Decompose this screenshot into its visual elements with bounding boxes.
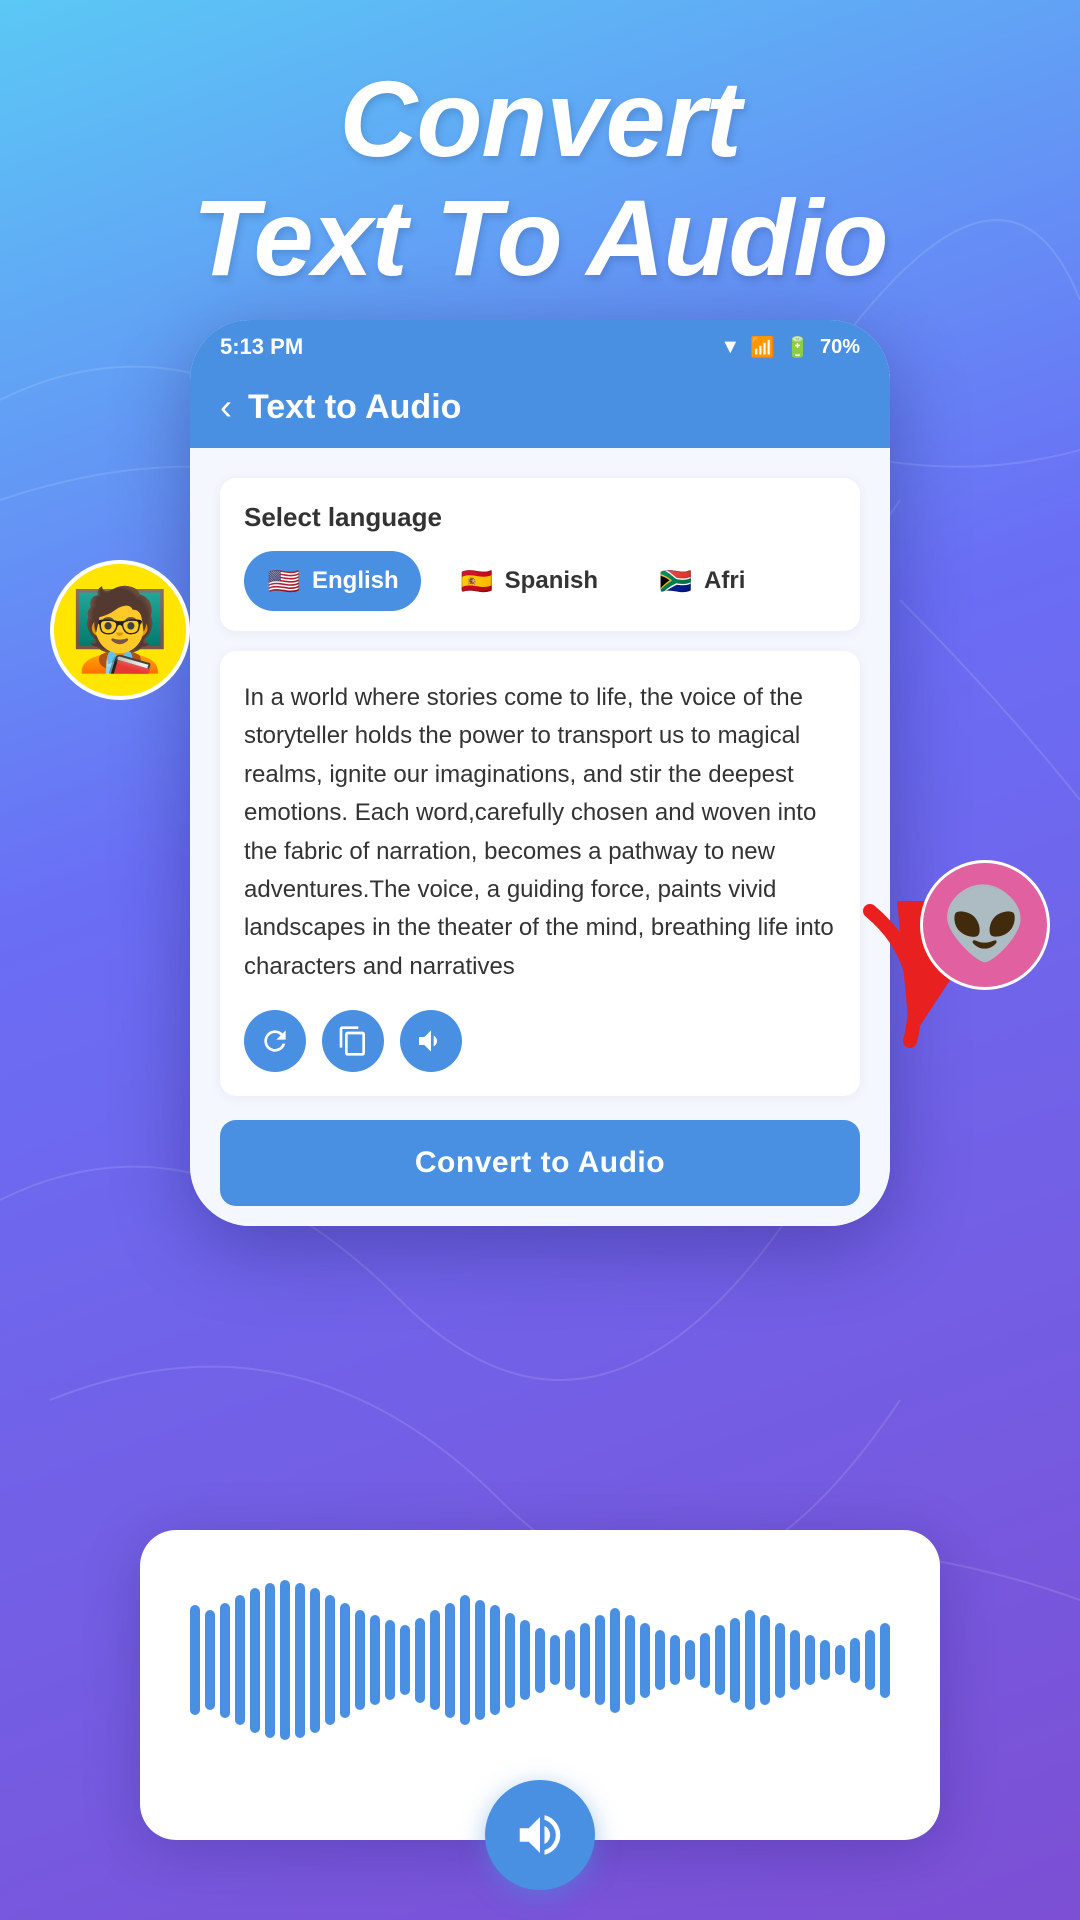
wave-bar — [235, 1595, 245, 1725]
avatar-teacher: 🧑‍🏫 — [50, 560, 190, 700]
hero-line1: Convert — [339, 58, 740, 179]
avatar-alien: 👽 — [920, 860, 1050, 990]
lang-spanish[interactable]: 🇪🇸 Spanish — [437, 551, 620, 611]
lang-english-label: English — [312, 567, 399, 595]
text-section: In a world where stories come to life, t… — [220, 651, 860, 1096]
wave-bar — [775, 1623, 785, 1698]
signal-icon: 📶 — [750, 335, 775, 360]
hero-section: Convert Text To Audio — [0, 0, 1080, 298]
wave-bar — [655, 1630, 665, 1690]
play-button[interactable] — [485, 1780, 595, 1890]
wave-bar — [805, 1635, 815, 1685]
wave-bar — [625, 1615, 635, 1705]
flag-spanish: 🇪🇸 — [459, 563, 495, 599]
battery-percent: 70% — [820, 336, 860, 359]
waveform — [190, 1580, 890, 1740]
wave-bar — [700, 1633, 710, 1688]
copy-button[interactable] — [322, 1010, 384, 1072]
wave-bar — [550, 1635, 560, 1685]
lang-afri[interactable]: 🇿🇦 Afri — [636, 551, 767, 611]
wave-bar — [355, 1610, 365, 1710]
wave-bar — [280, 1580, 290, 1740]
volume-icon — [415, 1025, 447, 1057]
wave-bar — [340, 1603, 350, 1718]
wave-bar — [445, 1603, 455, 1718]
language-pills: 🇺🇸 English 🇪🇸 Spanish 🇿🇦 Afri — [244, 551, 836, 611]
input-text[interactable]: In a world where stories come to life, t… — [244, 679, 836, 986]
app-header: ‹ Text to Audio — [190, 370, 890, 448]
action-buttons — [244, 1010, 836, 1072]
wave-bar — [865, 1630, 875, 1690]
wave-bar — [490, 1605, 500, 1715]
app-title: Text to Audio — [248, 388, 461, 427]
wave-bar — [790, 1630, 800, 1690]
language-label: Select language — [244, 502, 836, 533]
refresh-button[interactable] — [244, 1010, 306, 1072]
wave-bar — [610, 1608, 620, 1713]
wave-bar — [295, 1583, 305, 1738]
back-button[interactable]: ‹ — [220, 386, 232, 428]
wave-bar — [370, 1615, 380, 1705]
wave-bar — [835, 1645, 845, 1675]
wave-bar — [205, 1610, 215, 1710]
wave-bar — [535, 1628, 545, 1693]
wave-bar — [850, 1638, 860, 1683]
wave-bar — [400, 1625, 410, 1695]
wave-bar — [820, 1640, 830, 1680]
flag-afri: 🇿🇦 — [658, 563, 694, 599]
wave-bar — [880, 1623, 890, 1698]
wave-bar — [430, 1610, 440, 1710]
wave-bar — [265, 1583, 275, 1738]
wave-bar — [715, 1625, 725, 1695]
flag-english: 🇺🇸 — [266, 563, 302, 599]
wave-bar — [325, 1595, 335, 1725]
wave-bar — [385, 1620, 395, 1700]
wave-bar — [730, 1618, 740, 1703]
content-area: Select language 🇺🇸 English 🇪🇸 Spanish 🇿🇦… — [190, 448, 890, 1226]
phone-mockup: 5:13 PM ▼ 📶 🔋 70% ‹ Text to Audio Select… — [190, 320, 890, 1226]
status-bar: 5:13 PM ▼ 📶 🔋 70% — [190, 320, 890, 370]
lang-english[interactable]: 🇺🇸 English — [244, 551, 421, 611]
convert-button[interactable]: Convert to Audio — [220, 1120, 860, 1206]
wave-bar — [685, 1640, 695, 1680]
wave-bar — [565, 1630, 575, 1690]
hero-line2: Text To Audio — [193, 177, 888, 298]
refresh-icon — [259, 1025, 291, 1057]
lang-afri-label: Afri — [704, 567, 745, 595]
play-icon — [513, 1808, 567, 1862]
volume-button[interactable] — [400, 1010, 462, 1072]
wave-bar — [580, 1623, 590, 1698]
wave-bar — [745, 1610, 755, 1710]
wave-bar — [415, 1618, 425, 1703]
wave-bar — [505, 1613, 515, 1708]
status-time: 5:13 PM — [220, 334, 303, 360]
wave-bar — [640, 1623, 650, 1698]
battery-icon: 🔋 — [785, 335, 810, 360]
wave-bar — [220, 1603, 230, 1718]
wave-bar — [520, 1620, 530, 1700]
audio-card — [140, 1530, 940, 1840]
wave-bar — [595, 1615, 605, 1705]
wave-bar — [760, 1615, 770, 1705]
wave-bar — [475, 1600, 485, 1720]
wave-bar — [250, 1588, 260, 1733]
wave-bar — [310, 1588, 320, 1733]
wave-bar — [460, 1595, 470, 1725]
wave-bar — [670, 1635, 680, 1685]
lang-spanish-label: Spanish — [505, 567, 598, 595]
copy-icon — [337, 1025, 369, 1057]
wifi-icon: ▼ — [720, 336, 740, 359]
language-section: Select language 🇺🇸 English 🇪🇸 Spanish 🇿🇦… — [220, 478, 860, 631]
wave-bar — [190, 1605, 200, 1715]
